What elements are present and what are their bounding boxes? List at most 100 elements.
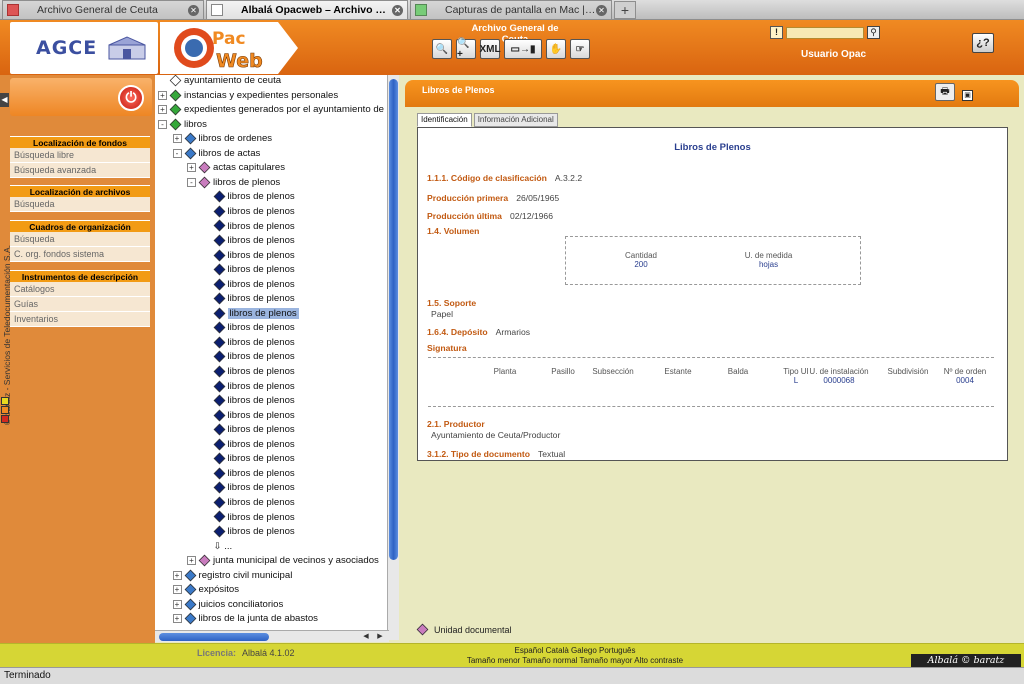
info-icon[interactable]: ! — [770, 26, 783, 39]
tree-node-label[interactable]: libros de plenos — [228, 279, 295, 290]
sidebar-item[interactable]: Catálogos — [10, 282, 150, 297]
tree-node-label[interactable]: libros de plenos — [228, 497, 295, 508]
tree-node[interactable]: libros de plenos — [202, 496, 295, 511]
tree-node[interactable]: + actas capitulares — [187, 161, 285, 176]
tree-horizontal-scroll-thumb[interactable] — [159, 633, 269, 641]
sidebar-item[interactable]: Búsqueda — [10, 197, 150, 212]
tree-node[interactable]: libros de plenos — [202, 220, 295, 235]
search-icon[interactable]: 🔍 — [432, 39, 452, 59]
hand-icon[interactable]: ✋ — [546, 39, 566, 59]
tree-node-label[interactable]: libros de plenos — [228, 351, 295, 362]
tree-node[interactable]: + libros de ordenes — [172, 132, 273, 147]
expand-icon[interactable]: + — [172, 585, 182, 595]
tab-informacion-adicional[interactable]: Información Adicional — [473, 113, 558, 127]
tree-node-label[interactable]: expedientes generados por el ayuntamient… — [184, 104, 389, 115]
browser-tab[interactable]: Archivo General de Ceuta ✕ — [2, 0, 204, 19]
size-links[interactable]: Tamaño menor Tamaño normal Tamaño mayor … — [430, 656, 720, 666]
tree-node[interactable]: libros de plenos — [202, 249, 295, 264]
tree-vertical-scroll-thumb[interactable] — [389, 79, 398, 560]
tree-node-label[interactable]: actas capitulares — [213, 162, 285, 173]
expand-icon[interactable]: + — [187, 556, 196, 566]
tree-node[interactable]: libros de plenos — [202, 409, 295, 424]
collapse-icon[interactable]: - — [158, 119, 167, 129]
tree-node-label[interactable]: libros de plenos — [227, 307, 299, 319]
export-icon[interactable]: ▭→▮ — [504, 39, 542, 59]
tree-node[interactable]: + expedientes generados por el ayuntamien… — [158, 103, 389, 118]
tree-node[interactable]: - libros de plenos — [187, 176, 280, 191]
expand-icon[interactable]: + — [172, 134, 182, 144]
tree-node-label[interactable]: libros de plenos — [228, 191, 295, 202]
expand-icon[interactable]: + — [158, 105, 167, 115]
tree-node-label[interactable]: libros de plenos — [228, 395, 295, 406]
tree-node-label[interactable]: ayuntamiento de ceuta — [184, 75, 281, 86]
tree-node[interactable]: libros de plenos — [202, 263, 295, 278]
tree-node[interactable]: + instancias y expedientes personales — [158, 89, 338, 104]
tree-node[interactable]: + juicios conciliatorios — [172, 598, 284, 613]
tree-node[interactable]: libros de plenos — [202, 423, 295, 438]
power-icon[interactable]: ⏻ — [118, 85, 144, 111]
search-go-icon[interactable]: ⚲ — [867, 26, 880, 39]
expand-icon[interactable]: + — [172, 614, 182, 624]
sidebar-item[interactable]: Inventarios — [10, 312, 150, 327]
browser-tab[interactable]: Capturas de pantalla en Mac | ... ✕ — [410, 0, 612, 19]
tree-node[interactable]: libros de plenos — [202, 467, 295, 482]
tree-node-label[interactable]: libros de plenos — [228, 482, 295, 493]
tree-node-label[interactable]: libros de plenos — [228, 250, 295, 261]
sidebar-item[interactable]: Búsqueda libre — [10, 148, 150, 163]
tree-node-label[interactable]: libros de plenos — [228, 381, 295, 392]
tree-node-label[interactable]: libros de plenos — [228, 439, 295, 450]
expand-icon[interactable]: + — [172, 599, 182, 609]
tree-node[interactable]: libros de plenos — [202, 292, 295, 307]
color-dot[interactable] — [1, 415, 9, 423]
tree-node-label[interactable]: libros de ordenes — [199, 133, 273, 144]
tree-node-label[interactable]: libros de plenos — [228, 424, 295, 435]
agce-logo[interactable]: AGCE — [10, 22, 158, 74]
browser-tab[interactable]: Albalá Opacweb – Archivo de I... ✕ — [206, 0, 408, 19]
tree-node[interactable]: libros de plenos — [202, 481, 295, 496]
tree-node-label[interactable]: expósitos — [199, 584, 240, 595]
tree-node[interactable]: libros de plenos — [202, 438, 295, 453]
tree-node-label[interactable]: ⇩ ... — [214, 541, 233, 552]
scroll-right-icon[interactable]: ▶ — [375, 632, 385, 642]
tree-node-label[interactable]: libros de plenos — [228, 221, 295, 232]
language-links[interactable]: Español Català Galego Português — [430, 646, 720, 656]
collapse-icon[interactable]: - — [172, 148, 182, 158]
tree-node[interactable]: libros de plenos — [202, 190, 295, 205]
tree-node-label[interactable]: libros de plenos — [228, 337, 295, 348]
tree-node-label[interactable]: libros de plenos — [228, 235, 295, 246]
search-input[interactable] — [786, 26, 864, 39]
sidebar-item[interactable]: Búsqueda avanzada — [10, 163, 150, 178]
tree-node[interactable]: + junta municipal de vecinos y asociados — [187, 554, 379, 569]
tree-node[interactable]: libros de plenos — [202, 350, 295, 365]
tree-node-label[interactable]: libros de la junta de abastos — [199, 613, 318, 624]
collapse-arrow-icon[interactable]: ◀ — [0, 93, 9, 107]
close-tab-icon[interactable]: ✕ — [596, 4, 607, 16]
pacweb-logo[interactable]: Pac Web — [160, 22, 278, 74]
tree-node[interactable]: + libros de la junta de abastos — [172, 612, 318, 627]
tree-node[interactable]: - libros de actas — [172, 147, 260, 162]
tree-node-label[interactable]: juicios conciliatorios — [199, 599, 284, 610]
tree-node[interactable]: libros de plenos — [202, 525, 295, 540]
tab-identificacion[interactable]: Identificación — [417, 113, 472, 127]
tree-node[interactable]: ayuntamiento de ceuta — [158, 75, 281, 89]
tree-node-label[interactable]: libros de plenos — [228, 264, 295, 275]
hand-doc-icon[interactable]: ☞ — [570, 39, 590, 59]
tree-node-label[interactable]: libros de plenos — [228, 366, 295, 377]
tree-node-label[interactable]: libros de plenos — [228, 322, 295, 333]
tree-node-label[interactable]: libros de plenos — [228, 512, 295, 523]
tree-node-label[interactable]: instancias y expedientes personales — [184, 90, 338, 101]
tree-node[interactable]: libros de plenos — [202, 511, 295, 526]
tree-node-label[interactable]: libros de plenos — [228, 206, 295, 217]
tree-node[interactable]: - libros — [158, 118, 207, 133]
tree-node[interactable]: libros de plenos — [202, 205, 295, 220]
close-tab-icon[interactable]: ✕ — [188, 4, 199, 16]
tree-node[interactable]: libros de plenos — [202, 452, 295, 467]
user-label[interactable]: Usuario Opac — [801, 49, 866, 60]
tree-node[interactable]: libros de plenos — [202, 278, 295, 293]
zoom-add-icon[interactable]: 🔍+ — [456, 38, 476, 60]
tree-node-label[interactable]: libros de plenos — [228, 410, 295, 421]
tree-node-label[interactable]: libros de plenos — [228, 293, 295, 304]
tree-node-label[interactable]: libros de plenos — [213, 177, 280, 188]
tree-node[interactable]: + expósitos — [172, 583, 240, 598]
tree-node[interactable]: libros de plenos — [202, 321, 295, 336]
